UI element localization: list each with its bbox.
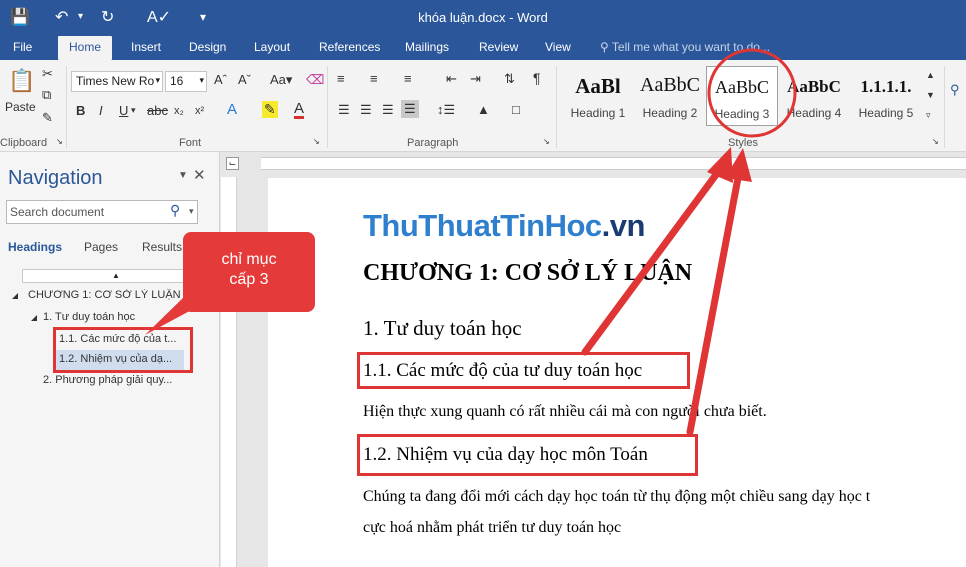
annotation-arrows bbox=[145, 48, 797, 436]
arrow-to-style-b bbox=[686, 174, 742, 436]
callout-pointer bbox=[145, 296, 210, 335]
highlight-circle bbox=[707, 48, 797, 138]
arrow-to-style-a bbox=[581, 168, 722, 356]
